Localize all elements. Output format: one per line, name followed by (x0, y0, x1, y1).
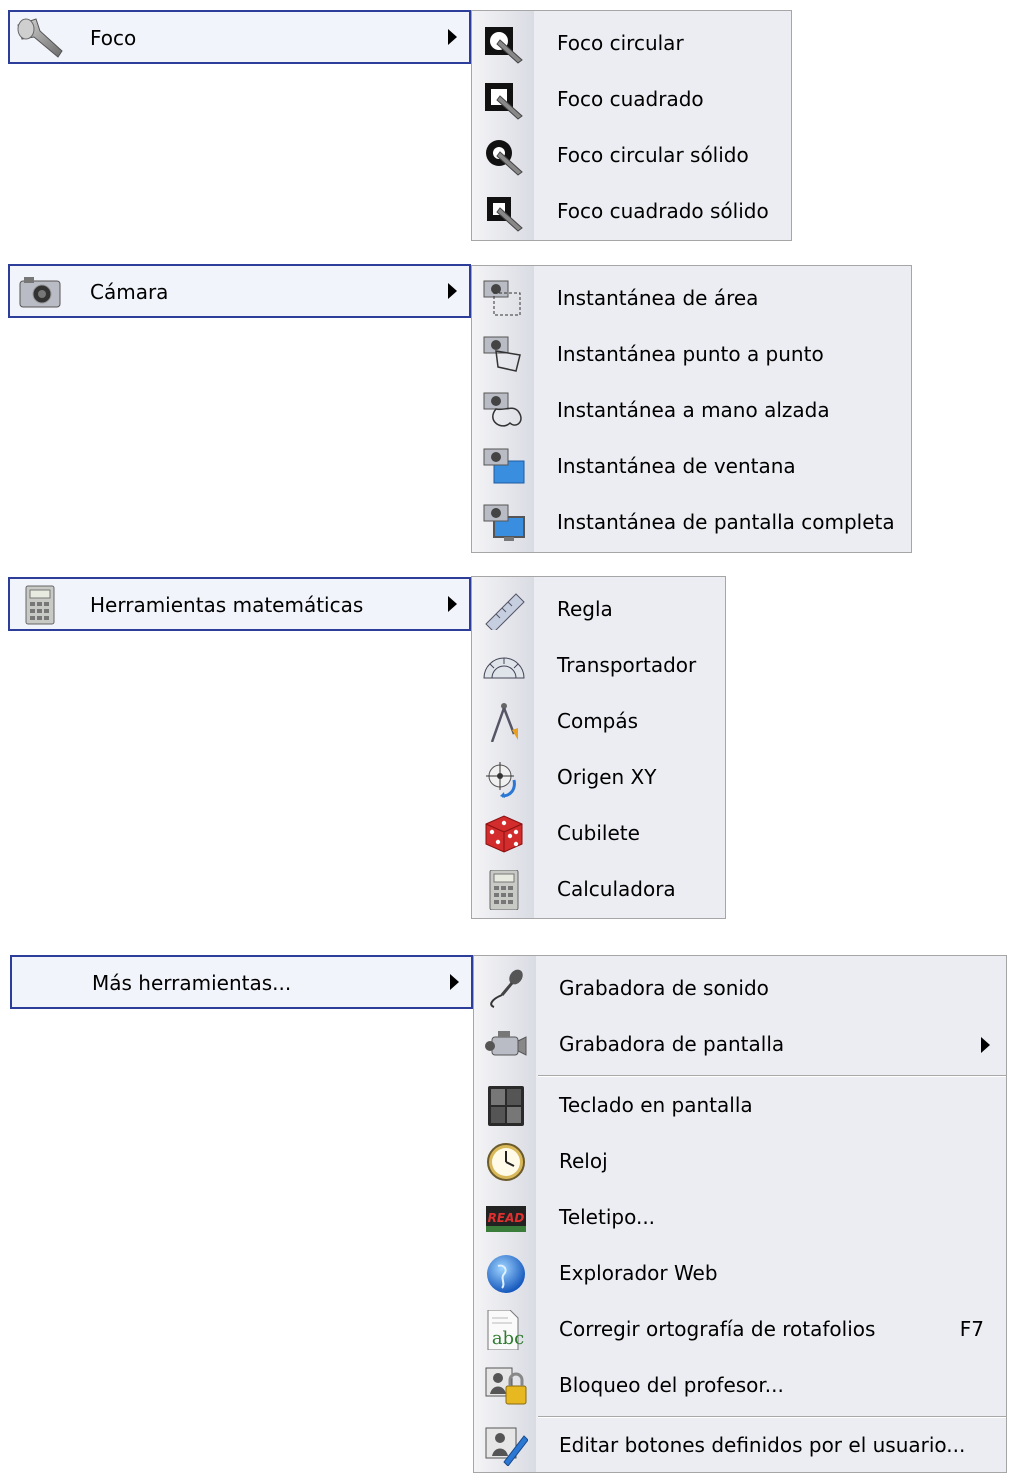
menu-item-origen-xy[interactable]: Origen XY (472, 750, 725, 806)
menu-item-label: Cámara (90, 280, 169, 304)
ticker-icon: READ (484, 1198, 528, 1238)
menu-item-grabadora-sonido[interactable]: Grabadora de sonido (474, 961, 1006, 1017)
window-capture-icon (482, 447, 526, 487)
menu-item-instantanea-punto-a-punto[interactable]: Instantánea punto a punto (472, 327, 911, 383)
camera-icon (14, 271, 66, 313)
menu-item-cubilete[interactable]: Cubilete (472, 806, 725, 862)
submenu-mas-herramientas: Grabadora de sonido Grabadora de pantall… (473, 955, 1007, 1473)
menu-item-label: Grabadora de pantalla (559, 1032, 785, 1056)
submenu-camara: Instantánea de área Instantánea punto a … (471, 265, 912, 553)
menu-item-foco[interactable]: Foco (8, 10, 471, 64)
menu-item-label: Foco circular sólido (557, 143, 749, 167)
compass-icon (482, 702, 526, 742)
menu-item-label: Foco cuadrado sólido (557, 199, 769, 223)
spotlight-square-solid-icon (482, 192, 526, 232)
menu-item-foco-cuadrado-solido[interactable]: Foco cuadrado sólido (472, 184, 791, 240)
menu-item-transportador[interactable]: Transportador (472, 638, 725, 694)
menu-item-label: Teclado en pantalla (559, 1093, 753, 1117)
menu-item-instantanea-area[interactable]: Instantánea de área (472, 271, 911, 327)
shortcut-label: F7 (959, 1317, 984, 1341)
menu-item-label: Calculadora (557, 877, 676, 901)
calculator-icon (14, 584, 66, 626)
submenu-arrow-icon (450, 974, 459, 990)
submenu-arrow-icon (448, 596, 457, 612)
teacher-lock-icon (484, 1366, 528, 1406)
menu-item-foco-circular[interactable]: Foco circular (472, 16, 791, 72)
menu-item-herramientas-matematicas[interactable]: Herramientas matemáticas (8, 577, 471, 631)
menu-item-label: Explorador Web (559, 1261, 718, 1285)
spotlight-circle-solid-icon (482, 136, 526, 176)
menu-item-label: Grabadora de sonido (559, 976, 769, 1000)
menu-item-label: Instantánea punto a punto (557, 342, 824, 366)
submenu-herramientas-matematicas: Regla Transportador Compás Origen XY Cub… (471, 576, 726, 919)
protractor-icon (482, 646, 526, 686)
microphone-icon (484, 969, 528, 1009)
menu-item-instantanea-mano-alzada[interactable]: Instantánea a mano alzada (472, 383, 911, 439)
menu-item-label: Transportador (557, 653, 697, 677)
menu-item-foco-circular-solido[interactable]: Foco circular sólido (472, 128, 791, 184)
menu-item-regla[interactable]: Regla (472, 582, 725, 638)
menu-item-teclado-pantalla[interactable]: Teclado en pantalla (474, 1078, 1006, 1134)
menu-item-teletipo[interactable]: READ Teletipo... (474, 1190, 1006, 1246)
submenu-arrow-icon (448, 283, 457, 299)
menu-item-label: Instantánea a mano alzada (557, 398, 830, 422)
menu-item-label: Foco (90, 26, 137, 50)
menu-item-instantanea-ventana[interactable]: Instantánea de ventana (472, 439, 911, 495)
submenu-arrow-icon (981, 1037, 990, 1053)
menu-item-corregir-ortografia[interactable]: abc Corregir ortografía de rotafolios F7 (474, 1302, 1006, 1358)
menu-item-label: Más herramientas... (92, 971, 292, 995)
menu-item-calculadora[interactable]: Calculadora (472, 862, 725, 918)
ticker-icon-text: READ (488, 1211, 525, 1225)
menu-item-label: Foco circular (557, 31, 684, 55)
menu-item-mas-herramientas[interactable]: Más herramientas... (10, 955, 473, 1009)
menu-item-label: Bloqueo del profesor... (559, 1373, 784, 1397)
clock-icon (484, 1142, 528, 1182)
area-capture-icon (482, 279, 526, 319)
submenu-arrow-icon (448, 29, 457, 45)
video-camera-icon (484, 1025, 528, 1065)
menu-item-explorador-web[interactable]: Explorador Web (474, 1246, 1006, 1302)
menu-item-label: Foco cuadrado (557, 87, 704, 111)
menu-item-foco-cuadrado[interactable]: Foco cuadrado (472, 72, 791, 128)
spotlight-circle-icon (482, 24, 526, 64)
flashlight-icon (14, 17, 66, 59)
calculator-icon (482, 870, 526, 910)
menu-item-bloqueo-profesor[interactable]: Bloqueo del profesor... (474, 1358, 1006, 1414)
menu-item-label: Instantánea de área (557, 286, 759, 310)
menu-item-compas[interactable]: Compás (472, 694, 725, 750)
dice-icon (482, 814, 526, 854)
menu-item-label: Instantánea de pantalla completa (557, 510, 895, 534)
menu-separator (538, 1075, 1006, 1077)
spellcheck-icon: abc (484, 1310, 528, 1350)
menu-item-label: Compás (557, 709, 639, 733)
xy-origin-icon (482, 758, 526, 798)
spotlight-square-icon (482, 80, 526, 120)
menu-item-instantanea-pantalla-completa[interactable]: Instantánea de pantalla completa (472, 495, 911, 551)
menu-item-label: Origen XY (557, 765, 657, 789)
ruler-icon (482, 590, 526, 630)
menu-item-label: Corregir ortografía de rotafolios (559, 1317, 876, 1341)
menu-item-label: Instantánea de ventana (557, 454, 796, 478)
menu-item-label: Regla (557, 597, 613, 621)
menu-item-label: Cubilete (557, 821, 640, 845)
menu-item-label: Herramientas matemáticas (90, 593, 364, 617)
menu-item-camara[interactable]: Cámara (8, 264, 471, 318)
freehand-capture-icon (482, 391, 526, 431)
submenu-foco: Foco circular Foco cuadrado Foco circula… (471, 10, 792, 241)
point-capture-icon (482, 335, 526, 375)
menu-item-label: Reloj (559, 1149, 608, 1173)
menu-item-label: Teletipo... (559, 1205, 656, 1229)
menu-item-reloj[interactable]: Reloj (474, 1134, 1006, 1190)
menu-item-editar-botones[interactable]: Editar botones definidos por el usuario.… (474, 1418, 1006, 1474)
menu-item-grabadora-pantalla[interactable]: Grabadora de pantalla (474, 1017, 1006, 1073)
keypad-icon (484, 1086, 528, 1126)
edit-buttons-icon (484, 1426, 528, 1466)
fullscreen-capture-icon (482, 503, 526, 543)
menu-item-label: Editar botones definidos por el usuario.… (559, 1433, 966, 1457)
spellcheck-icon-text: abc (492, 1328, 524, 1349)
globe-icon (484, 1254, 528, 1294)
